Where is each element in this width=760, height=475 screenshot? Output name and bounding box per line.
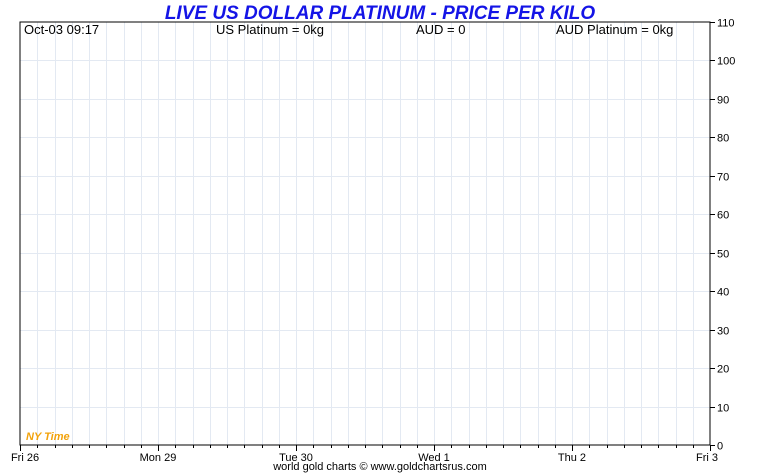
y-axis-ticks (710, 22, 715, 446)
y-tick-label: 20 (717, 364, 729, 376)
chart-canvas: Fri 26 Mon 29 Tue 30 Wed 1 Thu 2 Fri 3 010203… (11, 18, 735, 465)
header-aud: AUD = 0 (416, 22, 466, 37)
y-tick-label: 10 (717, 403, 729, 415)
header-us-platinum: US Platinum = 0kg (216, 22, 325, 37)
y-tick-label: 100 (717, 56, 735, 68)
header-aud-platinum: AUD Platinum = 0kg (556, 22, 674, 37)
header-datetime: Oct-03 09:17 (24, 22, 100, 37)
y-tick-label: 110 (717, 18, 735, 30)
y-tick-label: 60 (717, 210, 729, 222)
y-tick-label: 90 (717, 95, 729, 107)
y-tick-label: 80 (717, 133, 729, 145)
footer-credit: world gold charts © www.goldchartsrus.co… (273, 461, 487, 473)
y-tick-label: 30 (717, 326, 729, 338)
timezone-label: NY Time (26, 431, 70, 443)
y-axis-tick-labels: 0 10 20 30 40 50 60 70 80 90 100 110 (717, 18, 735, 453)
y-tick-label: 50 (717, 249, 729, 261)
y-tick-label: 0 (717, 441, 723, 453)
vertical-gridlines (37, 22, 694, 445)
x-axis-ticks (20, 445, 711, 451)
y-tick-label: 70 (717, 172, 729, 184)
y-tick-label: 40 (717, 287, 729, 299)
